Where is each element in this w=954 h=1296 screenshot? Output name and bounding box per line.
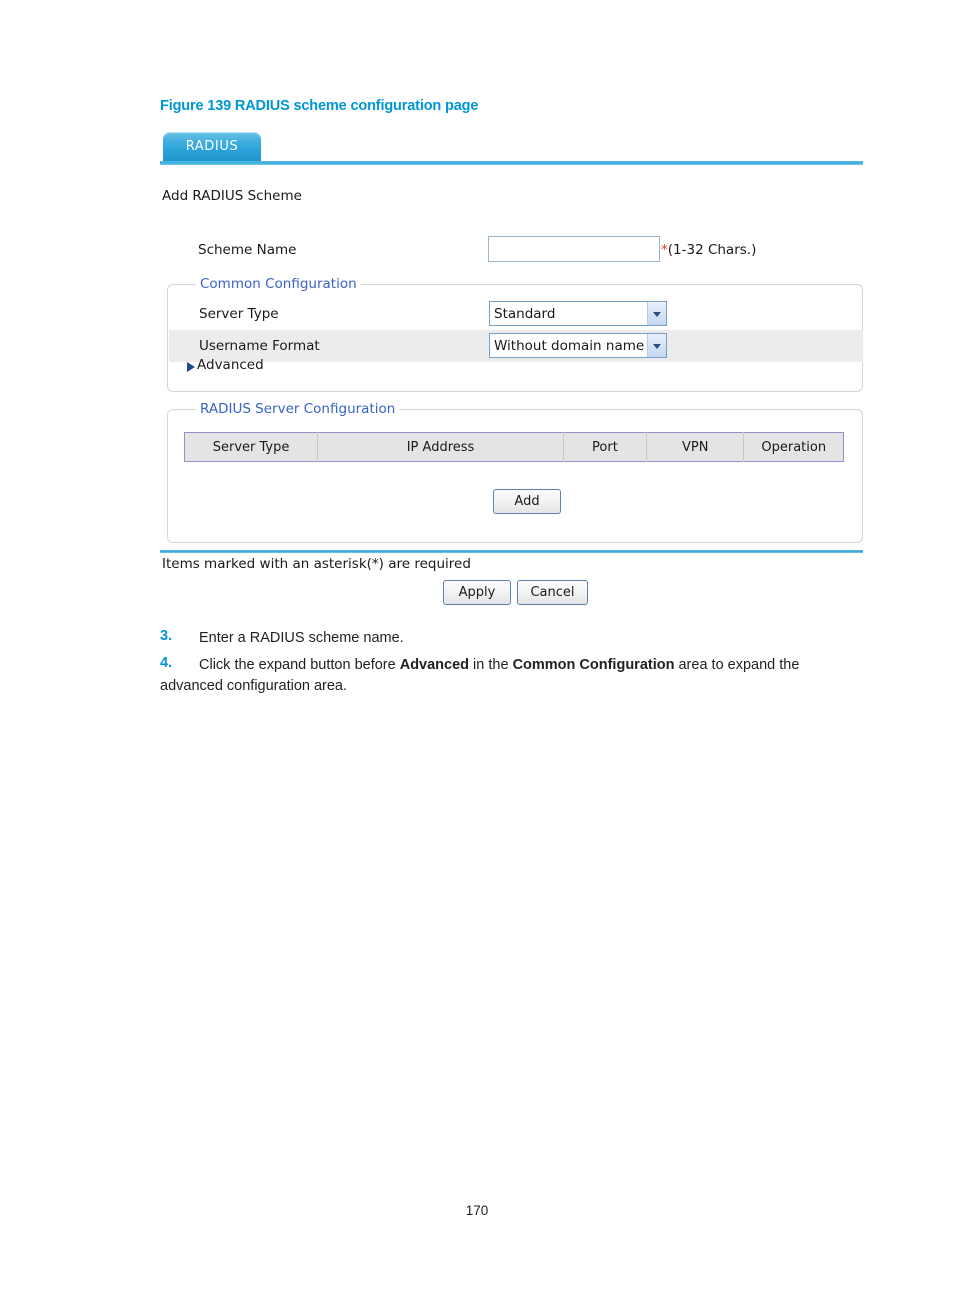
column-header-operation: Operation: [743, 432, 844, 462]
figure-caption: Figure 139 RADIUS scheme configuration p…: [160, 98, 479, 114]
page-number: 170: [465, 1203, 489, 1218]
advanced-label[interactable]: Advanced: [197, 357, 264, 373]
step-text: Enter a RADIUS scheme name.: [199, 630, 404, 646]
ui-screenshot: RADIUS Add RADIUS Scheme Scheme Name *(1…: [160, 132, 863, 605]
cancel-button[interactable]: Cancel: [517, 580, 588, 605]
apply-button[interactable]: Apply: [443, 580, 511, 605]
column-header-ip-address: IP Address: [317, 432, 564, 462]
scheme-name-input[interactable]: [488, 236, 660, 262]
column-header-server-type: Server Type: [184, 432, 319, 462]
chevron-down-icon[interactable]: [647, 334, 666, 357]
step-text: Click the expand button before Advanced …: [160, 657, 800, 694]
server-type-label: Server Type: [199, 306, 279, 322]
column-header-port: Port: [563, 432, 647, 462]
radius-server-table: Server Type IP Address Port VPN Operatio…: [184, 432, 844, 462]
scheme-name-row: Scheme Name *(1-32 Chars.): [160, 236, 863, 270]
tab-underline: [160, 161, 863, 165]
list-item: 4. Click the expand button before Advanc…: [160, 655, 860, 697]
table-header-row: Server Type IP Address Port VPN Operatio…: [184, 432, 844, 462]
expand-triangle-icon[interactable]: [187, 362, 195, 372]
list-item: 3. Enter a RADIUS scheme name.: [160, 628, 860, 653]
username-format-label: Username Format: [199, 338, 320, 354]
instruction-steps: 3. Enter a RADIUS scheme name. 4. Click …: [160, 628, 860, 699]
advanced-expand-row[interactable]: Advanced: [169, 357, 863, 383]
server-type-value: Standard: [494, 305, 556, 322]
scheme-name-hint-text: (1-32 Chars.): [667, 242, 757, 258]
tab-bar: RADIUS: [160, 132, 863, 165]
required-asterisk: *: [661, 242, 668, 258]
common-configuration-group: Common Configuration Server Type Standar…: [167, 276, 863, 392]
server-type-row: Server Type Standard: [169, 298, 863, 330]
radius-server-configuration-group: RADIUS Server Configuration Server Type …: [167, 401, 863, 543]
step-number: 4.: [160, 655, 173, 671]
required-fields-note: Items marked with an asterisk(*) are req…: [162, 556, 471, 572]
form-divider: [160, 550, 863, 553]
username-format-value: Without domain name: [494, 337, 645, 354]
server-type-select[interactable]: Standard: [489, 301, 667, 326]
step-number: 3.: [160, 628, 173, 644]
page-title: Add RADIUS Scheme: [162, 188, 302, 204]
common-configuration-legend: Common Configuration: [196, 276, 361, 292]
radius-server-configuration-legend: RADIUS Server Configuration: [196, 401, 400, 417]
column-header-vpn: VPN: [646, 432, 745, 462]
document-page: Figure 139 RADIUS scheme configuration p…: [0, 0, 954, 1296]
scheme-name-hint: *(1-32 Chars.): [661, 242, 756, 258]
username-format-select[interactable]: Without domain name: [489, 333, 667, 358]
add-button[interactable]: Add: [493, 489, 561, 514]
scheme-name-label: Scheme Name: [198, 242, 297, 258]
chevron-down-icon[interactable]: [647, 302, 666, 325]
tab-radius[interactable]: RADIUS: [163, 132, 261, 161]
